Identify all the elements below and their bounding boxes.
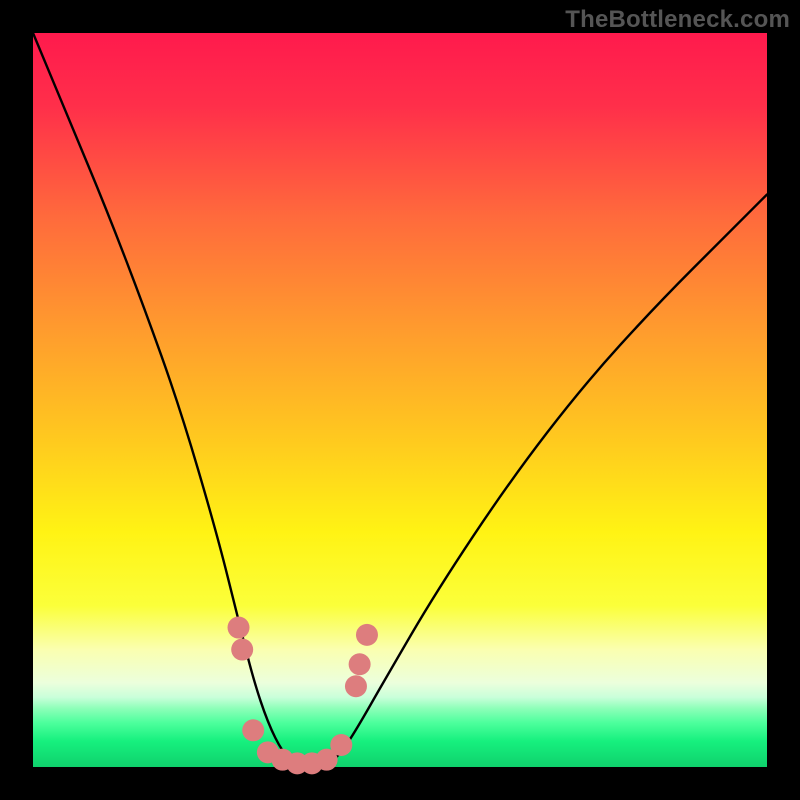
curve-marker xyxy=(330,734,352,756)
bottleneck-chart xyxy=(0,0,800,800)
curve-marker xyxy=(356,624,378,646)
curve-marker xyxy=(345,675,367,697)
curve-marker xyxy=(349,653,371,675)
chart-frame: TheBottleneck.com xyxy=(0,0,800,800)
curve-marker xyxy=(242,719,264,741)
curve-marker xyxy=(228,617,250,639)
curve-marker xyxy=(231,639,253,661)
plot-background xyxy=(33,33,767,767)
attribution-text: TheBottleneck.com xyxy=(565,6,790,34)
